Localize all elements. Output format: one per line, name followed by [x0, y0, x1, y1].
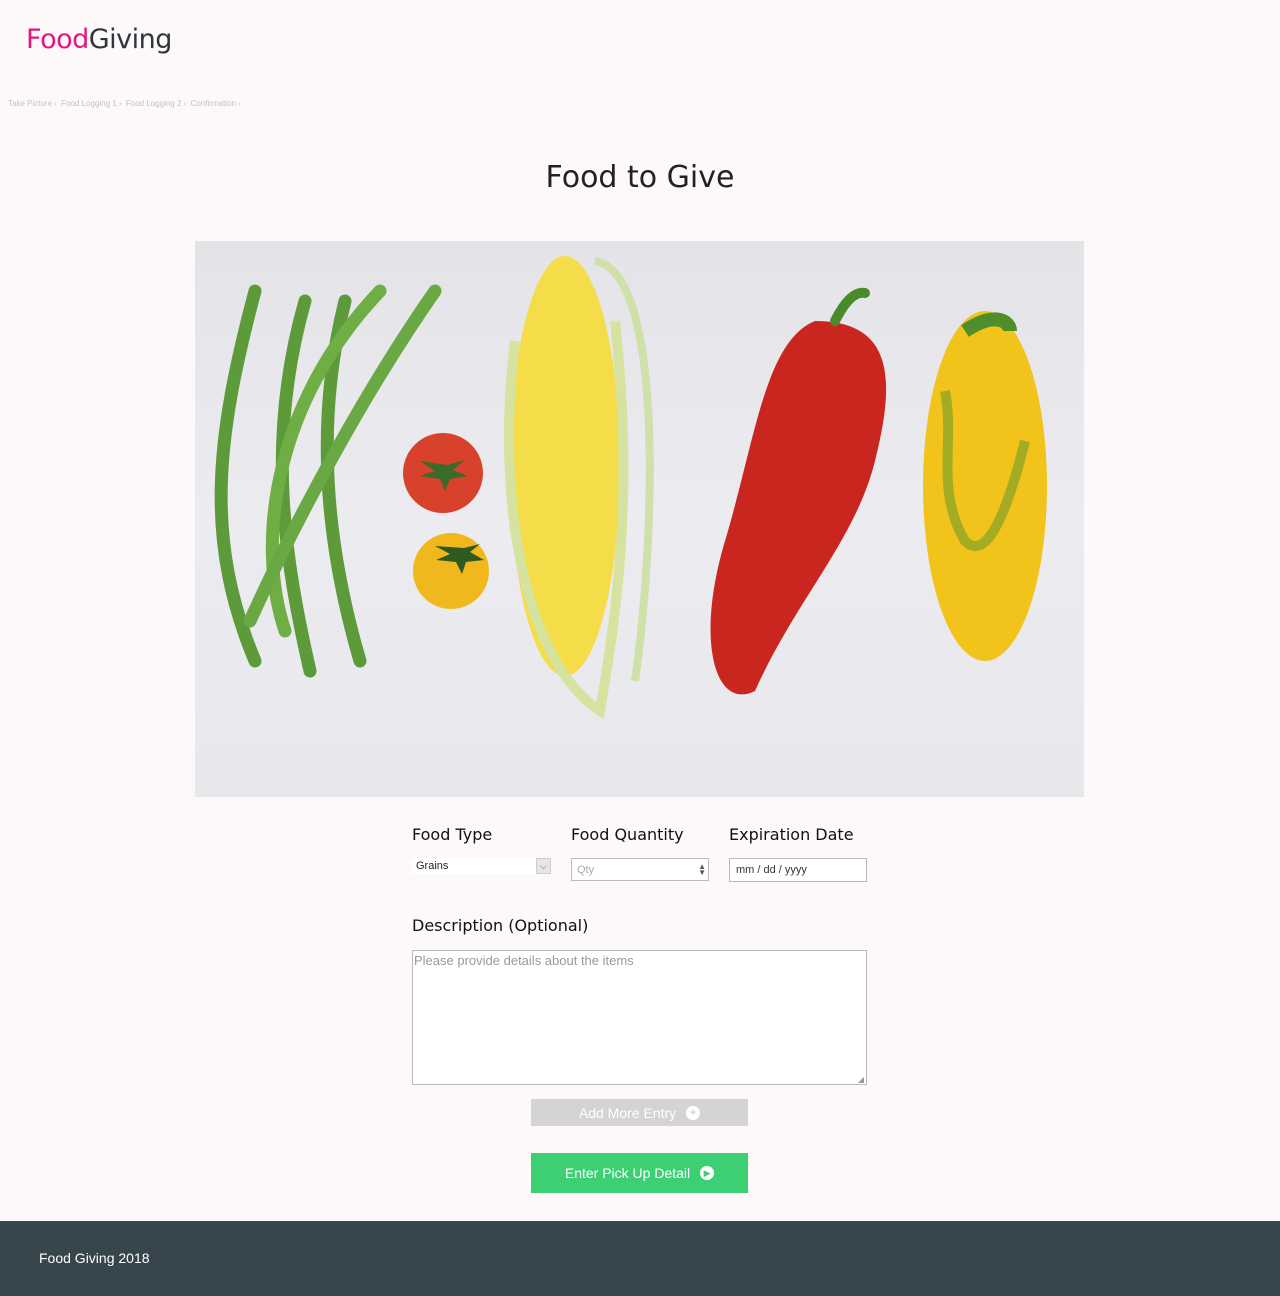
food-type-label: Food Type [412, 825, 493, 844]
arrow-right-circle-icon: ▶ [700, 1166, 715, 1180]
food-quantity-label: Food Quantity [571, 825, 684, 844]
breadcrumb-item-food-logging-1[interactable]: Food Logging 1 › [61, 99, 122, 108]
logo[interactable]: FoodGiving [26, 24, 172, 55]
breadcrumb-item-food-logging-2[interactable]: Food Logging 2 › [126, 99, 187, 108]
food-quantity-placeholder: Qty [577, 864, 595, 876]
add-more-entry-button[interactable]: Add More Entry + [531, 1099, 748, 1126]
breadcrumb-item-take-picture[interactable]: Take Picture › [8, 99, 57, 108]
food-type-select[interactable]: Grains ⌵ [412, 858, 551, 874]
page-title: Food to Give [545, 160, 735, 195]
food-quantity-input[interactable]: Qty ▲ ▼ [571, 858, 709, 881]
expiration-date-label: Expiration Date [729, 825, 854, 844]
spinner-icon[interactable]: ▲ ▼ [698, 863, 706, 877]
chevron-down-icon[interactable]: ⌵ [536, 858, 551, 874]
logo-food-text: Food [26, 24, 89, 55]
vegetables-photo [195, 241, 1084, 797]
footer-copyright: Food Giving 2018 [39, 1250, 150, 1266]
food-type-value: Grains [416, 860, 449, 872]
description-placeholder: Please provide details about the items [414, 953, 634, 968]
breadcrumb-item-confirmation[interactable]: Confirmation › [191, 99, 241, 108]
description-label: Description (Optional) [412, 916, 589, 935]
breadcrumb: Take Picture › Food Logging 1 › Food Log… [8, 99, 243, 108]
expiration-date-input[interactable]: mm / dd / yyyy [729, 858, 867, 882]
add-more-entry-label: Add More Entry [578, 1104, 677, 1121]
footer: Food Giving 2018 [0, 1221, 1280, 1296]
enter-pickup-detail-label: Enter Pick Up Detail [564, 1165, 691, 1181]
enter-pickup-detail-button[interactable]: Enter Pick Up Detail ▶ [531, 1153, 748, 1193]
resize-handle-icon[interactable]: ◢ [858, 1075, 864, 1084]
logo-giving-text: Giving [88, 24, 173, 55]
description-textarea[interactable]: Please provide details about the items ◢ [412, 950, 867, 1085]
plus-circle-icon: + [686, 1105, 701, 1120]
vegetables-illustration [214, 256, 1047, 720]
expiration-date-placeholder: mm / dd / yyyy [736, 864, 807, 876]
